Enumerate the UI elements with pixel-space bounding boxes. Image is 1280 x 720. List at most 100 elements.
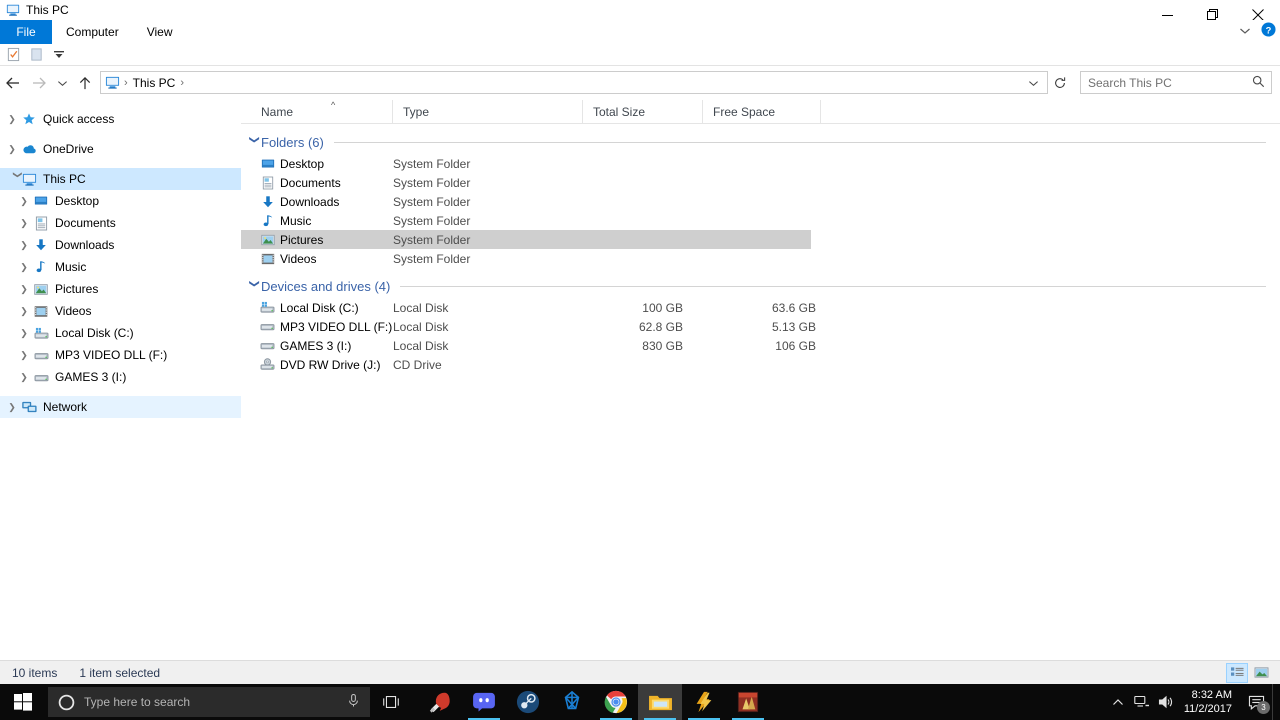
table-row[interactable]: Music System Folder xyxy=(241,211,1280,230)
chevron-right-icon[interactable]: ❯ xyxy=(16,300,32,322)
chevron-right-icon[interactable]: ❯ xyxy=(16,278,32,300)
help-icon[interactable]: ? xyxy=(1261,22,1276,40)
documents-icon xyxy=(259,175,276,191)
tab-computer[interactable]: Computer xyxy=(52,20,133,44)
row-name-label: GAMES 3 (I:) xyxy=(280,338,352,353)
group-header-devices-and-drives[interactable]: ❯ Devices and drives (4) xyxy=(241,274,1280,298)
row-name-cell[interactable]: Pictures xyxy=(259,232,323,248)
table-row[interactable]: GAMES 3 (I:) Local Disk 830 GB 106 GB xyxy=(241,336,1280,355)
new-folder-icon[interactable] xyxy=(28,47,44,63)
table-row[interactable]: Local Disk (C:) Local Disk 100 GB 63.6 G… xyxy=(241,298,1280,317)
breadcrumb-separator-2[interactable]: › xyxy=(178,77,186,89)
chevron-right-icon[interactable]: ❯ xyxy=(16,366,32,388)
row-name-cell[interactable]: Downloads xyxy=(259,194,339,210)
taskbar-app-chrome[interactable] xyxy=(594,684,638,720)
chevron-right-icon[interactable]: ❯ xyxy=(4,138,20,160)
sidebar-item-desktop[interactable]: ❯ Desktop xyxy=(0,190,241,212)
row-name-cell[interactable]: GAMES 3 (I:) xyxy=(259,338,351,354)
chevron-right-icon[interactable]: ❯ xyxy=(16,212,32,234)
chevron-right-icon[interactable]: ❯ xyxy=(16,322,32,344)
table-row[interactable]: DVD RW Drive (J:) CD Drive xyxy=(241,355,1280,374)
taskbar-app-file-explorer[interactable] xyxy=(638,684,682,720)
chevron-down-icon[interactable]: ❯ xyxy=(1,171,23,187)
sidebar-item-local-disk-c[interactable]: ❯ Local Disk (C:) xyxy=(0,322,241,344)
sidebar-item-pictures[interactable]: ❯ Pictures xyxy=(0,278,241,300)
details-view-icon[interactable] xyxy=(1226,662,1248,683)
taskbar-app-steam[interactable] xyxy=(506,684,550,720)
customize-dropdown-icon[interactable] xyxy=(51,47,67,63)
taskbar-search-box[interactable]: Type here to search xyxy=(48,687,370,717)
volume-icon[interactable] xyxy=(1154,684,1178,720)
forward-button[interactable] xyxy=(26,71,52,95)
sidebar-item-documents[interactable]: ❯ Documents xyxy=(0,212,241,234)
sidebar-item-games-3-i[interactable]: ❯ GAMES 3 (I:) xyxy=(0,366,241,388)
large-icons-view-icon[interactable] xyxy=(1250,663,1272,683)
column-header-type[interactable]: Type xyxy=(393,100,583,123)
table-row[interactable]: Videos System Folder xyxy=(241,249,1280,268)
tab-file[interactable]: File xyxy=(0,20,52,44)
table-row[interactable]: Pictures System Folder xyxy=(241,230,811,249)
search-box[interactable]: Search This PC xyxy=(1080,71,1272,94)
taskbar-app-ccleaner[interactable] xyxy=(418,684,462,720)
chevron-right-icon[interactable]: ❯ xyxy=(4,108,20,130)
taskbar-search-input[interactable]: Type here to search xyxy=(84,695,190,709)
chevron-right-icon[interactable]: ❯ xyxy=(16,344,32,366)
column-header-free-space[interactable]: Free Space xyxy=(703,100,821,123)
taskbar-app-winamp[interactable] xyxy=(682,684,726,720)
properties-icon[interactable] xyxy=(5,47,21,63)
group-header-folders[interactable]: ❯ Folders (6) xyxy=(241,130,1280,154)
row-name-cell[interactable]: Music xyxy=(259,213,311,229)
table-row[interactable]: Downloads System Folder xyxy=(241,192,1280,211)
chevron-down-icon[interactable]: ❯ xyxy=(249,135,260,149)
table-row[interactable]: Documents System Folder xyxy=(241,173,1280,192)
search-icon[interactable] xyxy=(1252,75,1265,91)
column-header-total-size[interactable]: Total Size xyxy=(583,100,703,123)
sidebar-item-videos[interactable]: ❯ Videos xyxy=(0,300,241,322)
file-list-pane[interactable]: Name ^ Type Total Size Free Space ❯ Fold… xyxy=(241,100,1280,660)
row-name-cell[interactable]: Local Disk (C:) xyxy=(259,300,359,316)
table-row[interactable]: Desktop System Folder xyxy=(241,154,1280,173)
breadcrumb-this-pc[interactable]: This PC xyxy=(130,76,179,90)
row-name-cell[interactable]: Desktop xyxy=(259,156,324,172)
show-desktop-button[interactable] xyxy=(1272,684,1280,720)
column-header-name[interactable]: Name ^ xyxy=(251,100,393,123)
chevron-right-icon[interactable]: ❯ xyxy=(16,234,32,256)
action-center-button[interactable]: 3 xyxy=(1240,684,1272,720)
taskbar-app-game[interactable] xyxy=(726,684,770,720)
microphone-icon[interactable] xyxy=(347,693,360,711)
network-icon[interactable] xyxy=(1130,684,1154,720)
back-button[interactable] xyxy=(0,71,26,95)
clock[interactable]: 8:32 AM 11/2/2017 xyxy=(1184,688,1232,716)
row-name-cell[interactable]: MP3 VIDEO DLL (F:) xyxy=(259,319,392,335)
sidebar-item-onedrive[interactable]: ❯ OneDrive xyxy=(0,138,241,160)
sidebar-item-mp3-video-dll-f[interactable]: ❯ MP3 VIDEO DLL (F:) xyxy=(0,344,241,366)
sidebar-item-quick-access[interactable]: ❯ Quick access xyxy=(0,108,241,130)
chevron-right-icon[interactable]: ❯ xyxy=(16,256,32,278)
show-hidden-icons-button[interactable] xyxy=(1106,684,1130,720)
chevron-right-icon[interactable]: ❯ xyxy=(4,396,20,418)
cortana-icon[interactable] xyxy=(58,694,75,711)
tab-view[interactable]: View xyxy=(133,20,187,44)
address-bar[interactable]: › This PC › xyxy=(100,71,1048,94)
chevron-down-icon[interactable]: ❯ xyxy=(249,279,260,293)
taskbar-app-blue-star[interactable] xyxy=(550,684,594,720)
recent-locations-button[interactable] xyxy=(52,71,72,95)
refresh-button[interactable] xyxy=(1049,71,1071,94)
sidebar-item-this-pc[interactable]: ❯ This PC xyxy=(0,168,241,190)
chevron-down-icon[interactable] xyxy=(1239,24,1251,38)
taskbar-app-discord[interactable] xyxy=(462,684,506,720)
chevron-right-icon[interactable]: ❯ xyxy=(16,190,32,212)
row-name-cell[interactable]: Documents xyxy=(259,175,341,191)
row-name-cell[interactable]: DVD RW Drive (J:) xyxy=(259,357,380,373)
start-button[interactable] xyxy=(0,684,46,720)
sidebar-item-downloads[interactable]: ❯ Downloads xyxy=(0,234,241,256)
table-row[interactable]: MP3 VIDEO DLL (F:) Local Disk 62.8 GB 5.… xyxy=(241,317,1280,336)
address-dropdown-icon[interactable] xyxy=(1028,76,1039,90)
sidebar-item-music[interactable]: ❯ Music xyxy=(0,256,241,278)
navigation-pane[interactable]: ❯ Quick access ❯ OneDrive ❯ This PC ❯ De… xyxy=(0,100,241,660)
sidebar-item-network[interactable]: ❯ Network xyxy=(0,396,241,418)
search-input[interactable]: Search This PC xyxy=(1088,76,1172,90)
task-view-button[interactable] xyxy=(370,684,412,720)
row-name-cell[interactable]: Videos xyxy=(259,251,316,267)
up-button[interactable] xyxy=(72,71,98,95)
